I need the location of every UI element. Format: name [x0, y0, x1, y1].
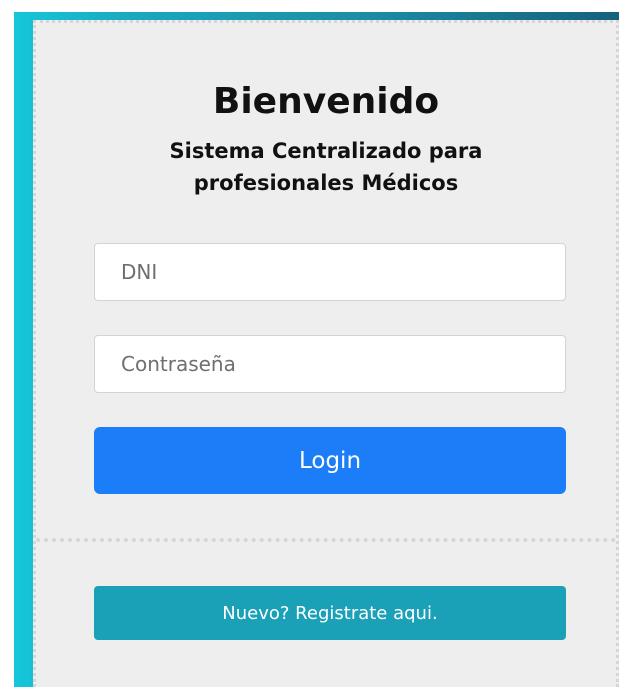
- login-button[interactable]: Login: [94, 427, 566, 494]
- dni-placeholder: DNI: [121, 260, 158, 284]
- password-field[interactable]: Contraseña: [94, 335, 566, 393]
- login-card: Bienvenido Sistema Centralizado para pro…: [33, 20, 619, 687]
- dni-field[interactable]: DNI: [94, 243, 566, 301]
- password-placeholder: Contraseña: [121, 352, 236, 376]
- divider: [36, 538, 616, 542]
- register-button-label: Nuevo? Registrate aqui.: [222, 602, 438, 624]
- page-title: Bienvenido: [212, 81, 440, 122]
- login-button-label: Login: [298, 447, 362, 474]
- subtitle-line-1: Sistema Centralizado para: [169, 139, 483, 163]
- subtitle-line-2: profesionales Médicos: [193, 171, 459, 195]
- register-button[interactable]: Nuevo? Registrate aqui.: [94, 586, 566, 640]
- page-subtitle: Sistema Centralizado para profesionales …: [36, 135, 616, 199]
